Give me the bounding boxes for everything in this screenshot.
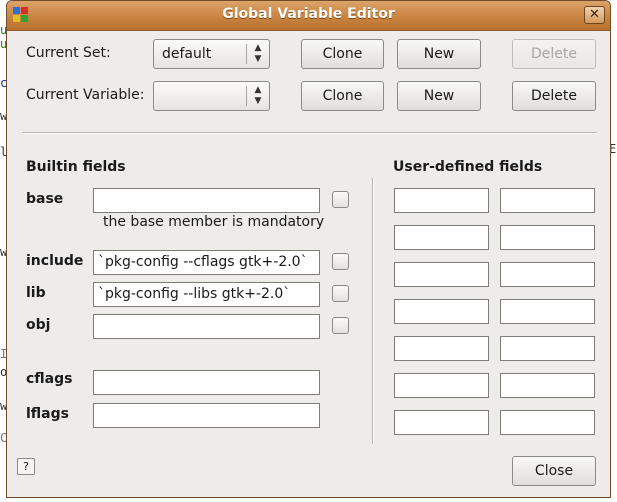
new-variable-button[interactable]: New xyxy=(397,81,481,111)
obj-label: obj xyxy=(26,317,51,333)
updown-arrows-icon: ▲ ▼ xyxy=(254,43,262,64)
base-field[interactable] xyxy=(93,188,320,213)
current-set-label: Current Set: xyxy=(26,45,111,61)
include-field[interactable]: `pkg-config --cflags gtk+-2.0` xyxy=(93,250,320,275)
user-field-value[interactable] xyxy=(500,262,595,287)
delete-set-button[interactable]: Delete xyxy=(512,39,596,69)
user-field-name[interactable] xyxy=(394,373,489,398)
window-title: Global Variable Editor xyxy=(222,6,395,22)
user-field-name[interactable] xyxy=(394,410,489,435)
include-checkbox[interactable] xyxy=(332,253,349,270)
updown-arrows-icon: ▲ ▼ xyxy=(254,85,262,106)
close-button[interactable]: Close xyxy=(512,456,596,486)
user-field-value[interactable] xyxy=(500,373,595,398)
user-field-name[interactable] xyxy=(394,262,489,287)
user-field-name[interactable] xyxy=(394,225,489,250)
title-bar[interactable]: Global Variable Editor ✕ xyxy=(7,1,610,31)
lflags-field[interactable] xyxy=(93,403,320,428)
cflags-field[interactable] xyxy=(93,370,320,395)
user-field-value[interactable] xyxy=(500,299,595,324)
delete-variable-button[interactable]: Delete xyxy=(512,81,596,111)
lib-field[interactable]: `pkg-config --libs gtk+-2.0` xyxy=(93,282,320,307)
base-mandatory-note: the base member is mandatory xyxy=(103,214,325,230)
cflags-label: cflags xyxy=(26,371,73,387)
current-variable-label: Current Variable: xyxy=(26,87,145,103)
user-field-name[interactable] xyxy=(394,188,489,213)
horizontal-divider xyxy=(22,132,597,134)
include-label: include xyxy=(26,253,84,269)
close-icon[interactable]: ✕ xyxy=(584,6,605,24)
user-field-value[interactable] xyxy=(500,410,595,435)
help-button[interactable]: ? xyxy=(17,458,35,475)
obj-field[interactable] xyxy=(93,314,320,339)
lib-label: lib xyxy=(26,285,46,301)
global-variable-editor-dialog: Global Variable Editor ✕ Current Set: de… xyxy=(6,0,611,498)
user-field-value[interactable] xyxy=(500,188,595,213)
clone-set-button[interactable]: Clone xyxy=(301,39,384,69)
combo-separator xyxy=(246,86,247,106)
current-variable-combo[interactable]: ▲ ▼ xyxy=(153,81,270,111)
current-set-value: default xyxy=(162,46,212,62)
user-field-name[interactable] xyxy=(394,336,489,361)
vertical-divider xyxy=(372,178,374,444)
combo-separator xyxy=(246,44,247,64)
clone-variable-button[interactable]: Clone xyxy=(301,81,384,111)
base-label: base xyxy=(26,191,64,207)
new-set-button[interactable]: New xyxy=(397,39,481,69)
user-field-value[interactable] xyxy=(500,225,595,250)
user-defined-fields-heading: User-defined fields xyxy=(393,159,543,175)
base-checkbox[interactable] xyxy=(332,191,349,208)
lflags-label: lflags xyxy=(26,406,69,422)
builtin-fields-heading: Builtin fields xyxy=(26,159,126,175)
obj-checkbox[interactable] xyxy=(332,317,349,334)
lib-checkbox[interactable] xyxy=(332,285,349,302)
user-field-name[interactable] xyxy=(394,299,489,324)
user-field-value[interactable] xyxy=(500,336,595,361)
current-set-combo[interactable]: default ▲ ▼ xyxy=(153,39,270,69)
